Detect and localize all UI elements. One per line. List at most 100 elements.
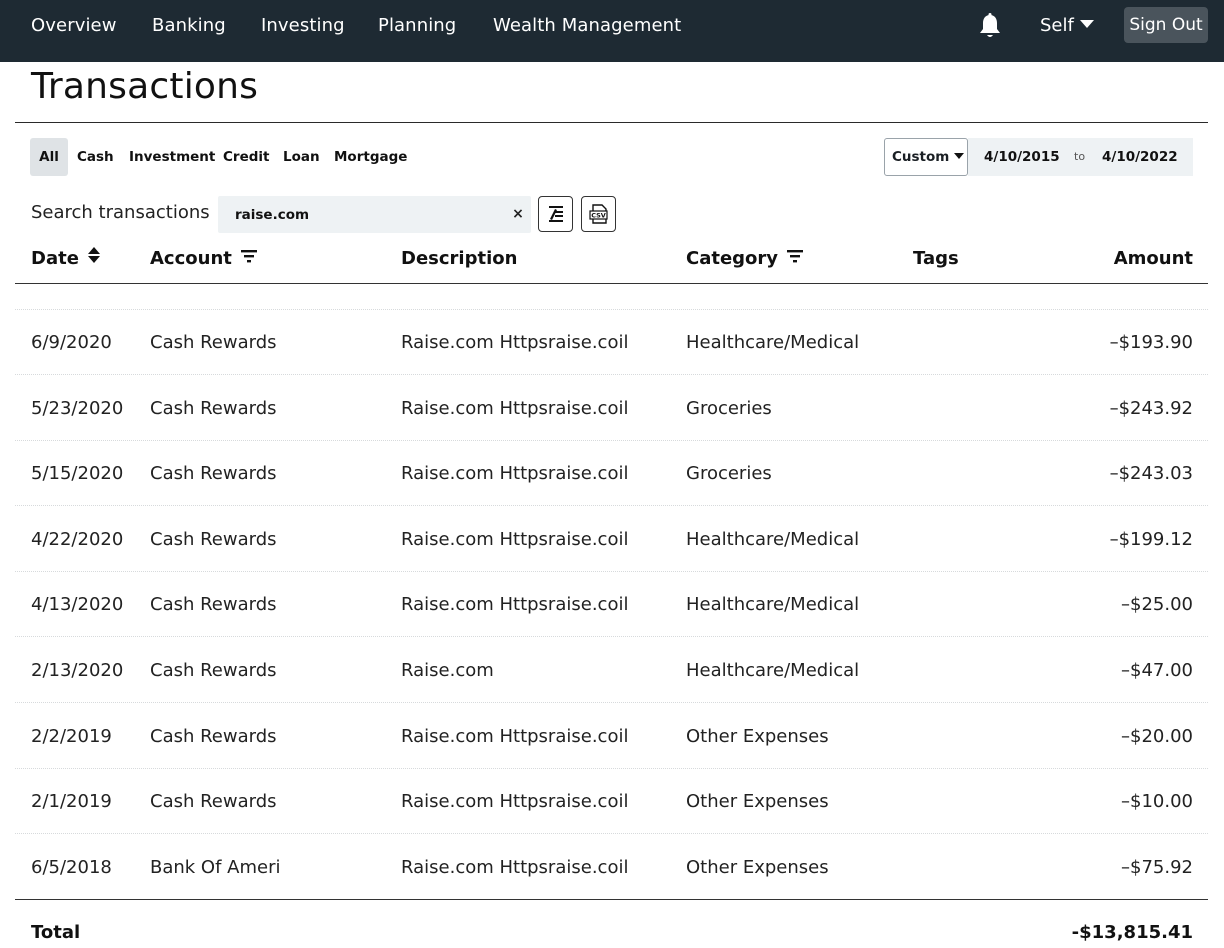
column-header-category-label: Category bbox=[686, 248, 779, 269]
cell-category: Groceries bbox=[686, 463, 772, 485]
cell-account: Cash Rewards bbox=[150, 660, 277, 681]
cell-amount: –$243.92 bbox=[1109, 397, 1193, 419]
user-menu[interactable]: Self bbox=[1040, 12, 1094, 40]
cell-amount: –$25.00 bbox=[1121, 594, 1193, 616]
cell-account: Cash Rewards bbox=[150, 791, 277, 813]
column-header-description: Description bbox=[401, 248, 518, 269]
page-title: Transactions bbox=[31, 66, 259, 107]
filter-tab-loan[interactable]: Loan bbox=[283, 138, 320, 176]
date-to-field[interactable]: 4/10/2022 bbox=[1102, 138, 1178, 176]
export-csv-button[interactable]: CSV bbox=[581, 196, 616, 232]
filter-tab-credit[interactable]: Credit bbox=[223, 138, 269, 176]
date-separator: to bbox=[1074, 150, 1086, 163]
cell-amount: –$47.00 bbox=[1121, 660, 1193, 681]
column-header-account[interactable]: Account bbox=[150, 244, 258, 274]
cell-amount: –$193.90 bbox=[1109, 332, 1193, 353]
top-nav: Overview Banking Investing Planning Weal… bbox=[0, 0, 1224, 62]
chevron-down-icon bbox=[1079, 20, 1094, 28]
cell-description: Raise.com Httpsraise.coil bbox=[401, 463, 629, 485]
nav-planning[interactable]: Planning bbox=[378, 12, 456, 40]
cell-account: Cash Rewards bbox=[150, 332, 277, 353]
table-row-partial bbox=[15, 284, 1208, 310]
cell-description: Raise.com Httpsraise.coil bbox=[401, 791, 629, 813]
sort-icon[interactable] bbox=[87, 244, 101, 274]
cell-amount: –$10.00 bbox=[1121, 791, 1193, 813]
cell-account: Bank Of Ameri bbox=[150, 856, 280, 878]
nav-wealth-management[interactable]: Wealth Management bbox=[493, 12, 681, 40]
column-header-tags: Tags bbox=[913, 248, 959, 269]
nav-overview[interactable]: Overview bbox=[31, 12, 117, 40]
cell-description: Raise.com Httpsraise.coil bbox=[401, 397, 629, 419]
column-header-category[interactable]: Category bbox=[686, 244, 804, 274]
search-box: × bbox=[218, 196, 531, 233]
table-row[interactable]: 4/22/2020 Cash Rewards Raise.com Httpsra… bbox=[15, 507, 1208, 572]
cell-date: 6/5/2018 bbox=[31, 856, 112, 878]
cell-category: Healthcare/Medical bbox=[686, 332, 860, 353]
bell-icon[interactable] bbox=[977, 12, 1003, 40]
table-row[interactable]: 5/15/2020 Cash Rewards Raise.com Httpsra… bbox=[15, 441, 1208, 507]
cell-category: Other Expenses bbox=[686, 725, 829, 747]
cell-date: 2/1/2019 bbox=[31, 791, 112, 813]
cell-category: Healthcare/Medical bbox=[686, 528, 860, 550]
cell-date: 4/13/2020 bbox=[31, 594, 124, 616]
table-row[interactable]: 2/13/2020 Cash Rewards Raise.com Healthc… bbox=[15, 638, 1208, 703]
cell-amount: –$75.92 bbox=[1121, 856, 1193, 878]
clear-search-icon[interactable]: × bbox=[508, 196, 528, 233]
cell-category: Healthcare/Medical bbox=[686, 594, 860, 616]
column-header-amount: Amount bbox=[1113, 248, 1193, 269]
cell-category: Other Expenses bbox=[686, 856, 829, 878]
cell-account: Cash Rewards bbox=[150, 528, 277, 550]
cell-account: Cash Rewards bbox=[150, 463, 277, 485]
search-input[interactable] bbox=[218, 196, 498, 233]
cell-amount: –$20.00 bbox=[1121, 725, 1193, 747]
nav-investing[interactable]: Investing bbox=[261, 12, 345, 40]
nav-banking[interactable]: Banking bbox=[152, 12, 226, 40]
chevron-down-icon bbox=[954, 153, 965, 159]
cell-account: Cash Rewards bbox=[150, 594, 277, 616]
cell-description: Raise.com Httpsraise.coil bbox=[401, 594, 629, 616]
filter-icon[interactable] bbox=[240, 244, 258, 274]
cell-amount: –$243.03 bbox=[1109, 463, 1193, 485]
total-label: Total bbox=[31, 922, 81, 943]
divider bbox=[15, 899, 1208, 900]
sign-out-button[interactable]: Sign Out bbox=[1124, 7, 1208, 43]
cell-description: Raise.com Httpsraise.coil bbox=[401, 725, 629, 747]
cell-date: 5/15/2020 bbox=[31, 463, 124, 485]
filter-tab-investment[interactable]: Investment bbox=[129, 138, 215, 176]
divider bbox=[15, 122, 1208, 123]
edit-list-button[interactable] bbox=[538, 196, 573, 232]
cell-category: Healthcare/Medical bbox=[686, 660, 860, 681]
cell-description: Raise.com bbox=[401, 660, 494, 681]
cell-category: Groceries bbox=[686, 397, 772, 419]
filter-tab-all[interactable]: All bbox=[30, 138, 68, 176]
date-range: 4/10/2015 to 4/10/2022 bbox=[968, 138, 1193, 176]
cell-amount: –$199.12 bbox=[1109, 528, 1193, 550]
table-row[interactable]: 6/9/2020 Cash Rewards Raise.com Httpsrai… bbox=[15, 310, 1208, 375]
column-header-date-label: Date bbox=[31, 248, 79, 269]
table-row[interactable]: 4/13/2020 Cash Rewards Raise.com Httpsra… bbox=[15, 572, 1208, 638]
date-from-field[interactable]: 4/10/2015 bbox=[984, 138, 1060, 176]
cell-date: 6/9/2020 bbox=[31, 332, 112, 353]
cell-date: 4/22/2020 bbox=[31, 528, 124, 550]
filter-icon[interactable] bbox=[786, 244, 804, 274]
filter-tab-cash[interactable]: Cash bbox=[77, 138, 114, 176]
cell-description: Raise.com Httpsraise.coil bbox=[401, 332, 629, 353]
column-header-account-label: Account bbox=[150, 248, 232, 269]
cell-date: 5/23/2020 bbox=[31, 397, 124, 419]
svg-text:CSV: CSV bbox=[591, 212, 606, 220]
user-menu-label: Self bbox=[1040, 15, 1074, 36]
cell-account: Cash Rewards bbox=[150, 397, 277, 419]
cell-date: 2/2/2019 bbox=[31, 725, 112, 747]
table-row[interactable]: 5/23/2020 Cash Rewards Raise.com Httpsra… bbox=[15, 376, 1208, 441]
table-row[interactable]: 2/1/2019 Cash Rewards Raise.com Httpsrai… bbox=[15, 769, 1208, 835]
cell-description: Raise.com Httpsraise.coil bbox=[401, 856, 629, 878]
date-range-select[interactable]: Custom bbox=[884, 138, 968, 176]
cell-description: Raise.com Httpsraise.coil bbox=[401, 528, 629, 550]
cell-date: 2/13/2020 bbox=[31, 660, 124, 681]
table-row[interactable]: 2/2/2019 Cash Rewards Raise.com Httpsrai… bbox=[15, 704, 1208, 769]
column-header-date[interactable]: Date bbox=[31, 244, 101, 274]
filter-tab-mortgage[interactable]: Mortgage bbox=[334, 138, 407, 176]
cell-category: Other Expenses bbox=[686, 791, 829, 813]
table-row[interactable]: 6/5/2018 Bank Of Ameri Raise.com Httpsra… bbox=[15, 835, 1208, 900]
total-value: -$13,815.41 bbox=[1071, 922, 1193, 943]
